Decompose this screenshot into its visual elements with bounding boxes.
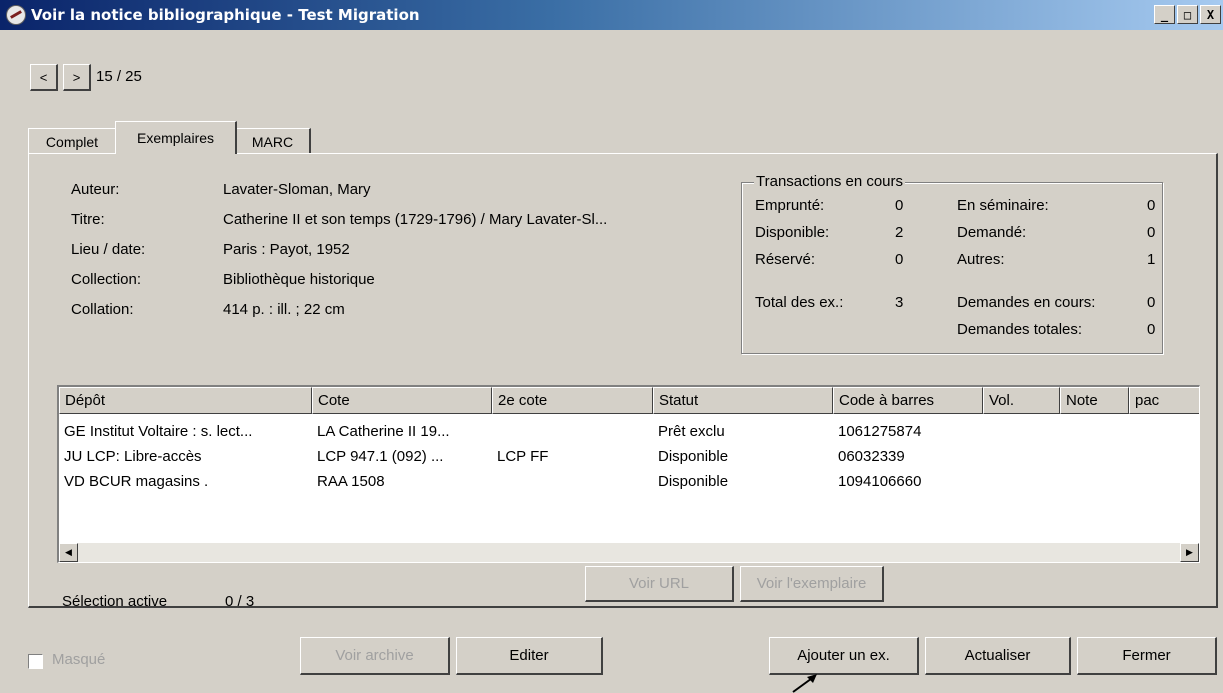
place-date-value: Paris : Payot, 1952 <box>223 241 350 258</box>
demande-label: Demandé: <box>957 224 1027 241</box>
cell-cote: LA Catherine II 19... <box>317 423 450 440</box>
cell-2e-cote: LCP FF <box>497 448 549 465</box>
disponible-value: 2 <box>895 224 904 241</box>
collection-label: Collection: <box>71 271 142 288</box>
cell-code-barres: 1061275874 <box>838 423 922 440</box>
voir-exemplaire-button[interactable]: Voir l'exemplaire <box>740 566 884 602</box>
column-header-statut[interactable]: Statut <box>653 387 833 414</box>
cell-2e-cote <box>492 470 658 493</box>
cell-depot: JU LCP: Libre-accès <box>64 448 202 465</box>
table-row[interactable]: GE Institut Voltaire : s. lect... LA Cat… <box>59 420 1199 443</box>
table-row[interactable]: VD BCUR magasins . RAA 1508 Disponible 1… <box>59 470 1199 493</box>
title-value: Catherine II et son temps (1729-1796) / … <box>223 211 608 228</box>
demandes-totales-label: Demandes totales: <box>957 321 1083 338</box>
next-record-button[interactable]: > <box>63 64 91 91</box>
column-header-pac[interactable]: pac <box>1129 387 1199 414</box>
voir-url-button[interactable]: Voir URL <box>585 566 734 602</box>
total-label: Total des ex.: <box>755 294 844 311</box>
scroll-right-arrow-icon[interactable]: ▶ <box>1180 543 1199 562</box>
emprunte-label: Emprunté: <box>755 197 825 214</box>
tab-exemplaires[interactable]: Exemplaires <box>115 121 237 154</box>
title-bar[interactable]: Voir la notice bibliographique - Test Mi… <box>0 0 1223 30</box>
window-title: Voir la notice bibliographique - Test Mi… <box>31 6 420 24</box>
column-header-code-barres[interactable]: Code à barres <box>833 387 983 414</box>
column-header-note[interactable]: Note <box>1060 387 1129 414</box>
cell-statut: Prêt exclu <box>658 423 725 440</box>
collation-label: Collation: <box>71 301 134 318</box>
column-header-depot[interactable]: Dépôt <box>59 387 312 414</box>
autres-value: 1 <box>1147 251 1156 268</box>
mouse-pointer-icon <box>792 674 817 693</box>
author-label: Auteur: <box>71 181 120 198</box>
copies-table: Dépôt Cote 2e cote Statut Code à barres … <box>57 385 1200 563</box>
place-date-label: Lieu / date: <box>71 241 146 258</box>
selection-label: Sélection active <box>62 593 168 610</box>
table-row[interactable]: JU LCP: Libre-accès LCP 947.1 (092) ... … <box>59 445 1199 468</box>
demandes-en-cours-value: 0 <box>1147 294 1156 311</box>
title-label: Titre: <box>71 211 105 228</box>
demande-value: 0 <box>1147 224 1156 241</box>
cell-depot: GE Institut Voltaire : s. lect... <box>64 423 253 440</box>
column-header-vol[interactable]: Vol. <box>983 387 1060 414</box>
scroll-left-arrow-icon[interactable]: ◀ <box>59 543 78 562</box>
reserve-label: Réservé: <box>755 251 816 268</box>
demandes-totales-value: 0 <box>1147 321 1156 338</box>
cell-code-barres: 1094106660 <box>838 473 922 490</box>
cell-2e-cote <box>492 420 658 443</box>
transactions-legend: Transactions en cours <box>754 173 906 190</box>
masque-checkbox[interactable] <box>28 654 43 669</box>
minimize-button[interactable]: _ <box>1154 5 1175 24</box>
previous-record-button[interactable]: < <box>30 64 58 91</box>
app-icon <box>6 5 26 25</box>
cell-statut: Disponible <box>658 473 729 490</box>
cell-cote: RAA 1508 <box>317 473 385 490</box>
masque-label: Masqué <box>52 651 106 668</box>
emprunte-value: 0 <box>895 197 904 214</box>
selection-value: 0 / 3 <box>225 593 255 610</box>
demandes-en-cours-label: Demandes en cours: <box>957 294 1096 311</box>
collation-value: 414 p. : ill. ; 22 cm <box>223 301 345 318</box>
seminaire-value: 0 <box>1147 197 1156 214</box>
ajouter-exemplaire-button[interactable]: Ajouter un ex. <box>769 637 919 675</box>
cell-cote: LCP 947.1 (092) ... <box>317 448 444 465</box>
cell-statut: Disponible <box>658 448 729 465</box>
disponible-label: Disponible: <box>755 224 830 241</box>
fermer-button[interactable]: Fermer <box>1077 637 1217 675</box>
table-header: Dépôt Cote 2e cote Statut Code à barres … <box>59 387 1199 414</box>
horizontal-scrollbar[interactable]: ◀ ▶ <box>59 543 1199 562</box>
seminaire-label: En séminaire: <box>957 197 1049 214</box>
actualiser-button[interactable]: Actualiser <box>925 637 1071 675</box>
tab-marc[interactable]: MARC <box>235 128 311 154</box>
cell-depot: VD BCUR magasins . <box>64 473 209 490</box>
column-header-2e-cote[interactable]: 2e cote <box>492 387 653 414</box>
record-counter: 15 / 25 <box>96 68 142 85</box>
collection-value: Bibliothèque historique <box>223 271 375 288</box>
tab-complet[interactable]: Complet <box>28 128 117 154</box>
window-controls: _ □ X <box>1154 5 1221 24</box>
editer-button[interactable]: Editer <box>456 637 603 675</box>
dialog-window: Voir la notice bibliographique - Test Mi… <box>0 0 1223 693</box>
author-value: Lavater-Sloman, Mary <box>223 181 371 198</box>
column-header-cote[interactable]: Cote <box>312 387 492 414</box>
reserve-value: 0 <box>895 251 904 268</box>
total-value: 3 <box>895 294 904 311</box>
voir-archive-button[interactable]: Voir archive <box>300 637 450 675</box>
autres-label: Autres: <box>957 251 1005 268</box>
maximize-button[interactable]: □ <box>1177 5 1198 24</box>
close-button[interactable]: X <box>1200 5 1221 24</box>
cell-code-barres: 06032339 <box>838 448 905 465</box>
